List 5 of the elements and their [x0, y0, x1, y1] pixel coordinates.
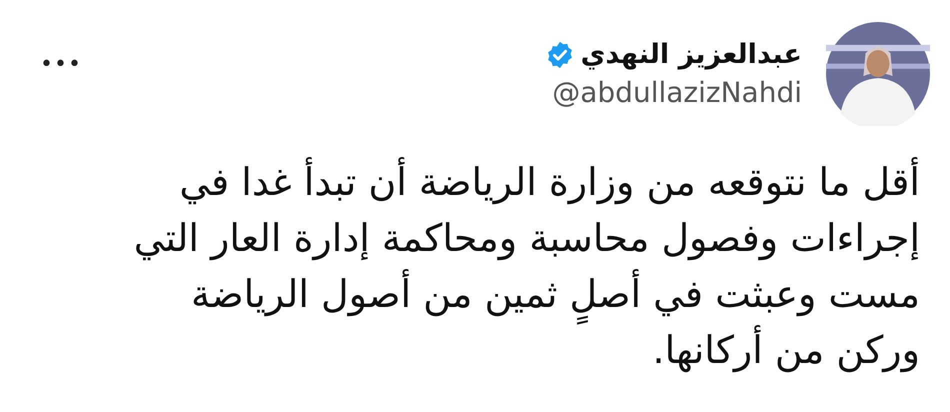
post-text: أقل ما نتوقعه من وزارة الرياضة أن تبدأ غدا في إجراءات وفصول محاسبة ومحاكمة إدارة العار التي مست وعبثت في أصلٍ ثمين من أصول الرياضة وركن من أركانها.	[30, 154, 930, 378]
avatar-icon[interactable]	[826, 22, 930, 126]
author-name: عبدالعزيز النهدي	[580, 39, 802, 70]
author-handle[interactable]: @abdullazizNahdi	[552, 76, 802, 109]
more-options-button[interactable]: •••	[40, 52, 82, 77]
